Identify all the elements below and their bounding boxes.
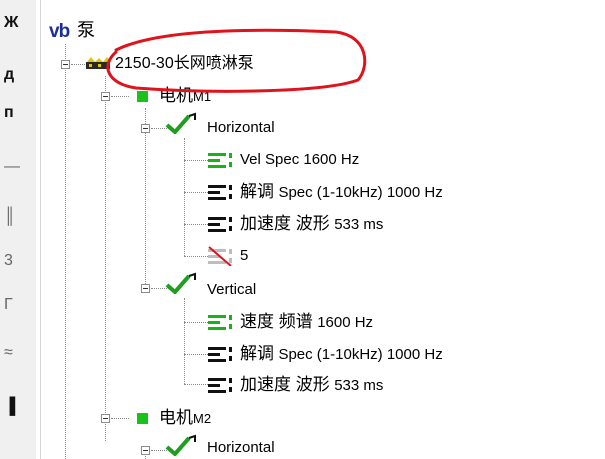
toolbar-tool-8-icon[interactable]: ▐: [4, 398, 15, 416]
spectrum-green-icon: [208, 153, 232, 168]
toolbar-tool-1-icon[interactable]: Ж: [4, 14, 18, 32]
tree-connector: [184, 298, 185, 384]
tree-connector: [184, 224, 208, 225]
waveform-black-icon: [208, 378, 232, 393]
tree-connector: [145, 108, 146, 288]
tree-connector: [65, 44, 66, 459]
measurement-label: Vel Spec 1600 Hz: [240, 151, 360, 168]
spectrum-black-icon: [208, 185, 232, 200]
measurement-label: 解调 Spec (1-10kHz) 1000 Hz: [240, 344, 443, 363]
checkmark-icon: [165, 434, 196, 456]
tree-connector: [105, 76, 106, 441]
tree-connector: [184, 256, 208, 257]
checkmark-icon: [165, 272, 196, 294]
left-toolbar: Ж д п — ║ 3 Г ≈ ▐: [0, 0, 36, 459]
toolbar-tool-6-icon[interactable]: Г: [4, 296, 13, 314]
collapse-toggle-icon[interactable]: [61, 60, 70, 69]
tree-connector: [111, 418, 129, 419]
measurement-label: 加速度 波形 533 ms: [240, 214, 384, 233]
collapse-toggle-icon[interactable]: [101, 414, 110, 423]
vertical-label: Vertical: [207, 281, 257, 298]
horizontal-label: Horizontal: [207, 439, 275, 456]
toolbar-tool-7-icon[interactable]: ≈: [4, 344, 13, 362]
tree-connector: [111, 96, 129, 97]
checkmark-icon: [165, 112, 196, 134]
collapse-toggle-icon[interactable]: [141, 446, 150, 455]
measurement-label: 5: [240, 247, 249, 264]
measurement-label: 解调 Spec (1-10kHz) 1000 Hz: [240, 182, 443, 201]
spectrum-black-icon: [208, 347, 232, 362]
spectrum-green-icon: [208, 315, 232, 330]
collapse-toggle-icon[interactable]: [141, 124, 150, 133]
vb-logo-icon: vb: [49, 21, 70, 42]
tree-connector: [184, 384, 208, 385]
disabled-measurement-icon: [208, 246, 232, 266]
toolbar-tool-2-icon[interactable]: д: [4, 66, 14, 84]
measurement-label: 速度 频谱 1600 Hz: [240, 312, 374, 331]
motor-m2-label: 电机M2: [159, 408, 212, 427]
horizontal-label: Horizontal: [207, 119, 275, 136]
annotation-circle: [106, 28, 367, 93]
tree-connector: [184, 322, 208, 323]
tree-connector: [184, 138, 185, 256]
toolbar-separator-icon: —: [4, 158, 20, 175]
toolbar-tool-4-icon[interactable]: ║: [4, 208, 15, 226]
waveform-black-icon: [208, 217, 232, 232]
status-ok-icon: [137, 413, 148, 424]
tree-connector: [184, 160, 208, 161]
toolbar-tool-3-icon[interactable]: п: [4, 104, 14, 122]
measurement-label: 加速度 波形 533 ms: [240, 375, 384, 394]
toolbar-tool-5-icon[interactable]: 3: [4, 252, 13, 270]
collapse-toggle-icon[interactable]: [141, 284, 150, 293]
tree-connector: [184, 354, 208, 355]
tree-connector: [184, 192, 208, 193]
root-label: 泵: [77, 20, 95, 40]
